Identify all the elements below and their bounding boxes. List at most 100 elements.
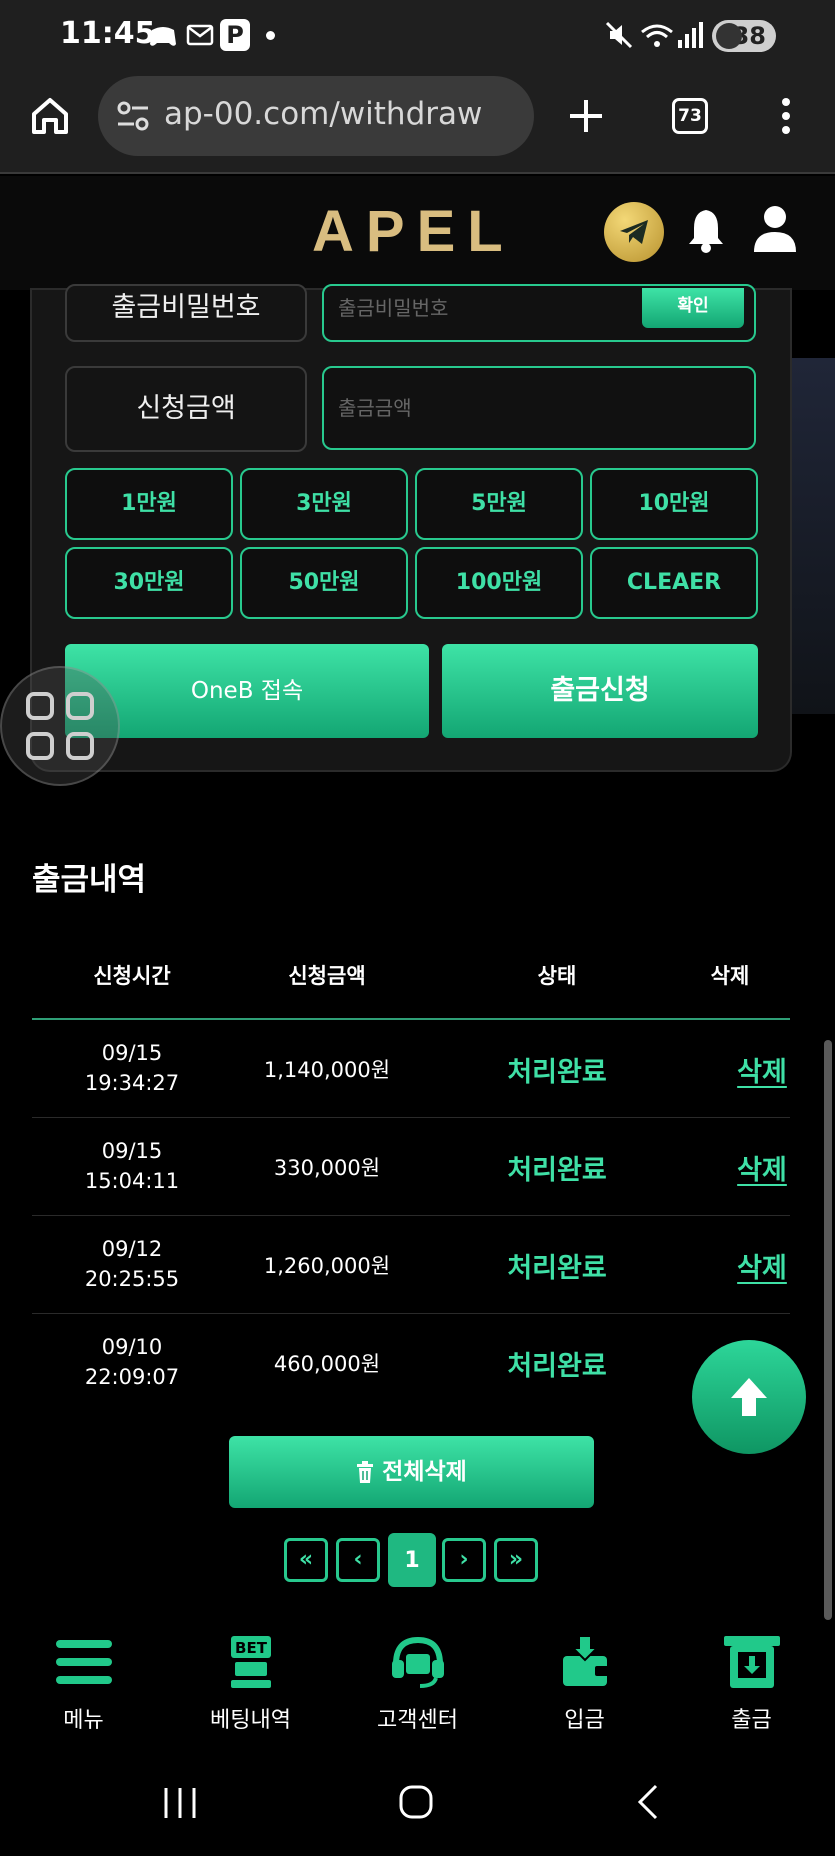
bell-icon[interactable] <box>686 206 726 254</box>
notification-dot-icon <box>266 31 275 40</box>
row-clock: 15:04:11 <box>84 1169 180 1193</box>
grid-cell-icon <box>26 732 54 760</box>
header-request-amount: 신청금액 <box>288 964 366 988</box>
floating-apps-button[interactable] <box>0 666 120 786</box>
nav-bet-history-label: 베팅내역 <box>210 1708 291 1733</box>
nav-menu[interactable]: 메뉴 <box>0 1620 167 1740</box>
new-tab-icon[interactable] <box>566 96 606 136</box>
row-delete-link[interactable]: 삭제 <box>672 1050 835 1089</box>
row-status: 처리완료 <box>507 1253 607 1284</box>
nav-deposit[interactable]: 입금 <box>501 1620 668 1740</box>
quick-amount-300k[interactable]: 30만원 <box>65 547 233 619</box>
status-bar: 11:45 P 38 <box>0 0 835 72</box>
signal-icon <box>678 22 703 48</box>
withdraw-submit-button[interactable]: 출금신청 <box>442 644 758 738</box>
row-time: 09/15 15:04:11 <box>60 1136 204 1196</box>
pagination-prev[interactable]: ‹ <box>336 1538 380 1582</box>
row-date: 09/15 <box>101 1139 163 1163</box>
row-clock: 22:09:07 <box>84 1365 180 1389</box>
row-date: 09/12 <box>101 1237 163 1261</box>
header-request-time: 신청시간 <box>93 964 171 988</box>
status-clock: 11:45 <box>60 16 156 51</box>
row-delete-link[interactable]: 삭제 <box>672 1148 835 1187</box>
hamburger-menu-icon <box>56 1640 112 1684</box>
nav-bet-history[interactable]: BET 베팅내역 <box>167 1620 334 1740</box>
quick-amount-50k[interactable]: 5만원 <box>415 468 583 540</box>
nav-withdraw[interactable]: 출금 <box>668 1620 835 1740</box>
row-amount: 460,000원 <box>273 1352 381 1376</box>
nav-menu-label: 메뉴 <box>63 1708 104 1733</box>
pagination-current-page[interactable]: 1 <box>388 1533 436 1587</box>
withdraw-icon <box>724 1636 780 1688</box>
withdraw-form-panel: 출금비밀번호 출금비밀번호 확인 신청금액 출금금액 1만원 3만원 5만원 1… <box>32 284 790 770</box>
row-status: 처리완료 <box>507 1351 607 1382</box>
recent-apps-icon[interactable] <box>162 1786 198 1820</box>
address-bar[interactable]: ap-00.com/withdraw <box>98 76 534 156</box>
amount-placeholder: 출금금액 <box>338 396 412 420</box>
bet-history-icon: BET <box>231 1636 271 1688</box>
mail-icon <box>186 24 214 46</box>
quick-amount-500k[interactable]: 50만원 <box>240 547 408 619</box>
table-row: 09/15 15:04:11 330,000원 처리완료 삭제 <box>32 1118 790 1216</box>
user-profile-icon[interactable] <box>752 204 798 254</box>
battery-indicator: 38 <box>712 20 776 52</box>
system-home-icon[interactable] <box>398 1784 434 1820</box>
withdraw-history-title: 출금내역 <box>32 862 147 898</box>
site-logo[interactable]: APEL <box>312 198 515 265</box>
clear-amount-button[interactable]: CLEAER <box>590 547 758 619</box>
pagination-last[interactable]: » <box>494 1538 538 1582</box>
row-delete-link[interactable]: 삭제 <box>672 1246 835 1285</box>
row-date: 09/15 <box>101 1041 163 1065</box>
quick-amount-1m[interactable]: 100만원 <box>415 547 583 619</box>
scroll-to-top-button[interactable] <box>692 1340 806 1454</box>
bottom-navigation: 메뉴 BET 베팅내역 고객센터 입금 출금 <box>0 1620 835 1740</box>
telegram-icon <box>620 220 648 244</box>
nav-customer-center[interactable]: 고객센터 <box>334 1620 501 1740</box>
tab-switcher-button[interactable]: 73 <box>672 98 708 134</box>
row-time: 09/15 19:34:27 <box>60 1038 204 1098</box>
amount-label: 신청금액 <box>65 366 307 452</box>
telegram-button[interactable] <box>604 202 664 262</box>
header-delete: 삭제 <box>710 964 750 988</box>
quick-amount-100k[interactable]: 10만원 <box>590 468 758 540</box>
pagination-next[interactable]: › <box>442 1538 486 1582</box>
home-icon[interactable] <box>28 94 72 138</box>
deposit-wallet-icon <box>563 1635 609 1686</box>
delete-all-label: 전체삭제 <box>382 1459 467 1485</box>
grid-cell-icon <box>26 692 54 720</box>
row-clock: 20:25:55 <box>84 1267 180 1291</box>
withdraw-amount-input[interactable]: 출금금액 <box>322 366 756 450</box>
url-text[interactable]: ap-00.com/withdraw <box>164 96 482 132</box>
trash-icon <box>357 1461 374 1483</box>
page-scrollbar[interactable] <box>824 1040 832 1620</box>
row-status: 처리완료 <box>507 1057 607 1088</box>
browser-toolbar: ap-00.com/withdraw 73 <box>0 72 835 174</box>
pagination-first[interactable]: « <box>284 1538 328 1582</box>
row-date: 09/10 <box>101 1335 163 1359</box>
delete-all-button[interactable]: 전체삭제 <box>229 1436 594 1508</box>
quick-amount-10k[interactable]: 1만원 <box>65 468 233 540</box>
mute-icon <box>605 21 633 49</box>
app-header: APEL <box>0 176 835 290</box>
nav-customer-center-label: 고객센터 <box>377 1708 458 1733</box>
svg-text:BET: BET <box>235 1639 268 1657</box>
back-icon[interactable] <box>636 1784 660 1820</box>
row-amount: 1,140,000원 <box>263 1058 391 1082</box>
table-row: 09/15 19:34:27 1,140,000원 처리완료 삭제 <box>32 1020 790 1118</box>
row-amount: 1,260,000원 <box>263 1254 391 1278</box>
site-settings-icon[interactable] <box>116 100 150 132</box>
system-navigation-bar <box>0 1740 835 1856</box>
grid-cell-icon <box>66 692 94 720</box>
row-time: 09/12 20:25:55 <box>60 1234 204 1294</box>
password-placeholder: 출금비밀번호 <box>338 296 449 320</box>
row-amount: 330,000원 <box>273 1156 381 1180</box>
quick-amount-30k[interactable]: 3만원 <box>240 468 408 540</box>
grid-cell-icon <box>66 732 94 760</box>
headset-icon <box>392 1636 444 1688</box>
more-options-icon[interactable] <box>778 96 794 136</box>
table-row: 09/12 20:25:55 1,260,000원 처리완료 삭제 <box>32 1216 790 1314</box>
confirm-password-button[interactable]: 확인 <box>642 288 744 328</box>
nav-deposit-label: 입금 <box>564 1708 605 1733</box>
wifi-icon <box>641 24 673 47</box>
battery-saver-icon <box>716 23 742 49</box>
